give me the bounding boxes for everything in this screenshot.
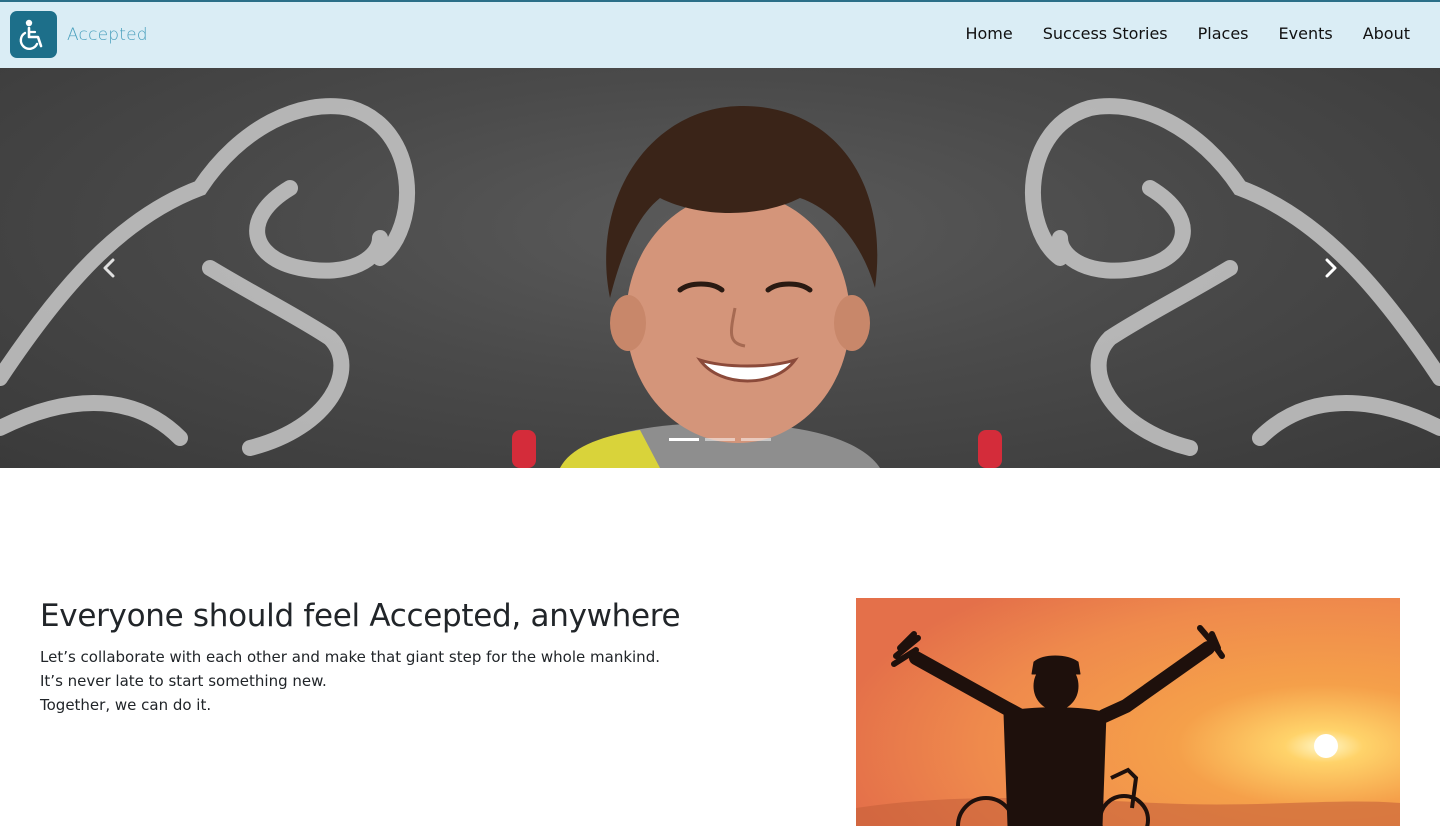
nav-link-home[interactable]: Home xyxy=(965,24,1012,43)
main-nav: Home Success Stories Places Events About xyxy=(935,24,1410,43)
nav-link-places[interactable]: Places xyxy=(1198,24,1249,43)
wheelchair-icon xyxy=(10,11,57,58)
nav-link-events[interactable]: Events xyxy=(1279,24,1333,43)
hero-slide-image xyxy=(0,98,1440,468)
brand-link[interactable]: Accepted xyxy=(10,11,148,58)
intro-line: It’s never late to start something new. xyxy=(40,672,327,690)
intro-line: Together, we can do it. xyxy=(40,696,212,714)
chevron-left-icon xyxy=(103,258,115,278)
intro-line: Let’s collaborate with each other and ma… xyxy=(40,648,660,666)
nav-link-success-stories[interactable]: Success Stories xyxy=(1043,24,1168,43)
carousel-indicator-2[interactable] xyxy=(705,438,735,441)
intro-heading: Everyone should feel Accepted, anywhere xyxy=(40,598,681,634)
intro-text: Let’s collaborate with each other and ma… xyxy=(40,645,660,717)
carousel-indicator-1[interactable] xyxy=(669,438,699,441)
brand-name: Accepted xyxy=(67,24,148,45)
carousel-prev-button[interactable] xyxy=(94,253,124,283)
carousel-next-button[interactable] xyxy=(1316,253,1346,283)
nav-link-about[interactable]: About xyxy=(1363,24,1410,43)
sunset-wheelchair-image xyxy=(856,598,1400,826)
carousel-indicator-3[interactable] xyxy=(741,438,771,441)
carousel-indicators xyxy=(669,438,777,441)
hero-carousel xyxy=(0,68,1440,468)
navbar: Accepted Home Success Stories Places Eve… xyxy=(0,0,1440,68)
chevron-right-icon xyxy=(1325,258,1337,278)
